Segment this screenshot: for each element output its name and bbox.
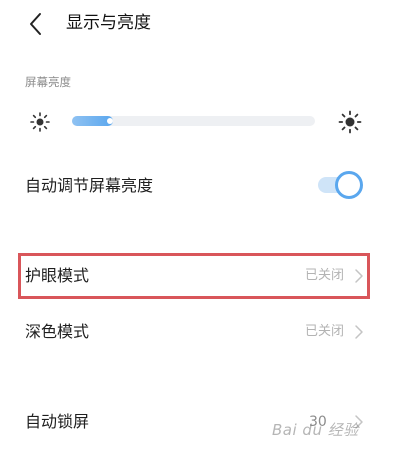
page-title: 显示与亮度 bbox=[66, 13, 151, 33]
dark-mode-row[interactable]: 深色模式 已关闭 bbox=[0, 309, 405, 355]
eye-care-mode-label: 护眼模式 bbox=[25, 266, 90, 285]
toggle-knob bbox=[335, 171, 363, 199]
watermark-logo: Bai du 经验 bbox=[272, 421, 359, 439]
eye-care-mode-status: 已关闭 bbox=[304, 268, 344, 283]
auto-lock-label: 自动锁屏 bbox=[25, 412, 90, 431]
dark-mode-label: 深色模式 bbox=[25, 322, 90, 341]
brightness-slider-row bbox=[0, 104, 405, 140]
chevron-right-icon bbox=[355, 269, 363, 283]
brightness-section-label: 屏幕亮度 bbox=[25, 75, 71, 89]
auto-brightness-toggle[interactable] bbox=[318, 171, 363, 199]
sun-large-icon bbox=[338, 110, 362, 134]
back-button[interactable] bbox=[26, 10, 48, 38]
chevron-right-icon bbox=[355, 325, 363, 339]
back-arrow-icon bbox=[30, 13, 41, 35]
brightness-slider[interactable] bbox=[72, 116, 315, 126]
eye-care-mode-row[interactable]: 护眼模式 已关闭 bbox=[0, 253, 405, 299]
dark-mode-status: 已关闭 bbox=[304, 324, 344, 339]
sun-small-icon bbox=[30, 112, 50, 132]
top-bar: 显示与亮度 bbox=[0, 0, 405, 48]
auto-brightness-label: 自动调节屏幕亮度 bbox=[25, 176, 154, 195]
